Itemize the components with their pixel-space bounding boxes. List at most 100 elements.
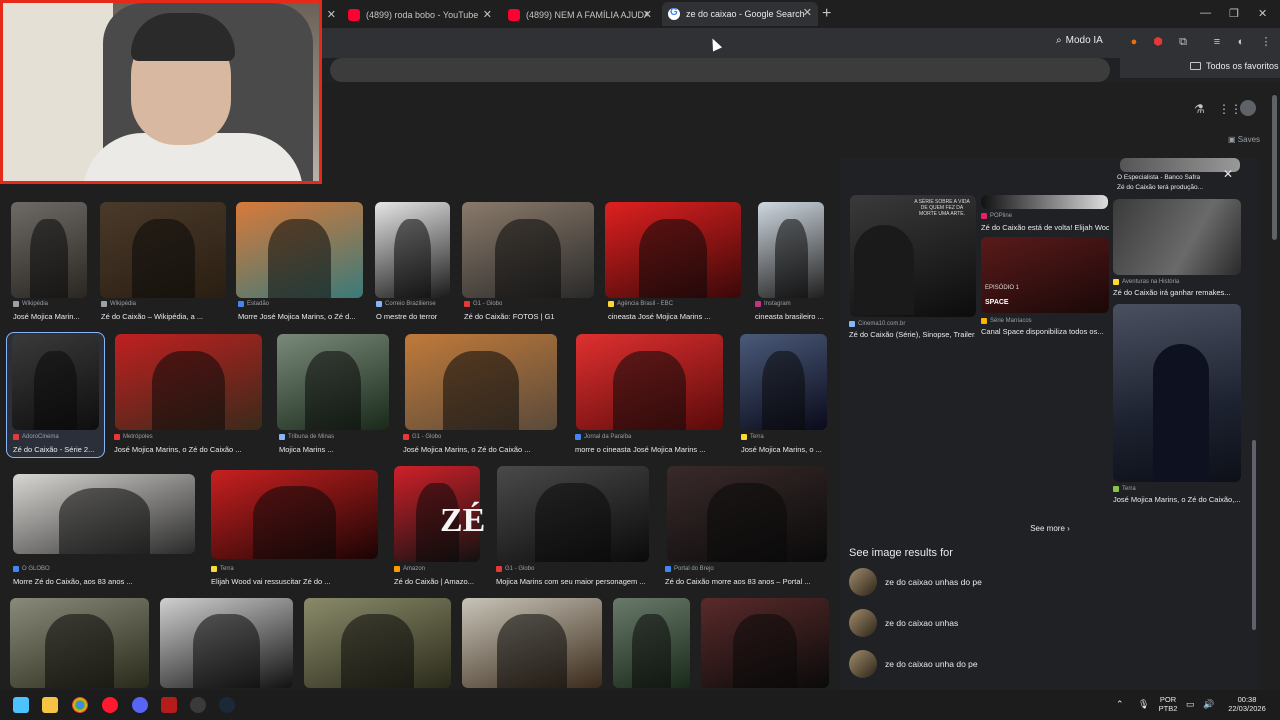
result-image[interactable] xyxy=(10,598,149,688)
result-image[interactable] xyxy=(236,202,363,298)
result-title[interactable]: Morre José Mojica Marins, o Zé d... xyxy=(238,312,356,321)
close-icon[interactable]: ✕ xyxy=(327,8,336,21)
related-search-item[interactable]: ze do caixao unha do pe xyxy=(849,649,1239,679)
result-image[interactable] xyxy=(497,466,649,562)
close-icon[interactable]: ✕ xyxy=(643,8,652,21)
avatar[interactable] xyxy=(1240,100,1256,116)
result-title[interactable]: Zé do Caixão está de volta! Elijah Wood.… xyxy=(981,223,1109,232)
modo-ia-button[interactable]: ⌕ Modo IA xyxy=(1056,35,1103,46)
site-favicon-icon xyxy=(741,434,747,440)
page-scrollbar[interactable] xyxy=(1272,95,1277,240)
address-bar[interactable] xyxy=(330,58,1110,82)
result-image[interactable] xyxy=(211,470,378,559)
close-panel-button[interactable]: ✕ xyxy=(1223,167,1233,181)
close-window-icon[interactable]: ✕ xyxy=(1258,7,1267,20)
tab-youtube-1[interactable]: (4899) roda bobo - YouTube ✕ xyxy=(342,4,498,26)
side-image[interactable] xyxy=(1113,199,1241,275)
side-image[interactable] xyxy=(981,195,1108,209)
chrome-icon[interactable] xyxy=(72,697,88,713)
result-title[interactable]: José Mojica Marins, o Zé do Caixão ... xyxy=(114,445,242,454)
tab-close-partial[interactable]: ✕ xyxy=(326,4,336,26)
side-image[interactable]: A SÉRIE SOBRE A VIDA DE QUEM FEZ DA MORT… xyxy=(850,195,976,317)
result-title[interactable]: cineasta José Mojica Marins ... xyxy=(608,312,711,321)
all-bookmarks-button[interactable]: Todos os favoritos xyxy=(1190,61,1279,71)
result-title[interactable]: José Mojica Marin... xyxy=(13,312,80,321)
network-icon[interactable]: ▭ xyxy=(1186,699,1195,710)
result-title[interactable]: cineasta brasileiro ... xyxy=(755,312,824,321)
result-image[interactable] xyxy=(667,466,827,562)
result-title[interactable]: Zé do Caixão irá ganhar remakes... xyxy=(1113,288,1241,297)
result-title[interactable]: Zé do Caixão (Série), Sinopse, Trailers … xyxy=(849,330,975,339)
extension-fox-icon[interactable]: ● xyxy=(1127,35,1141,49)
see-more-button[interactable]: See more › xyxy=(1010,521,1090,537)
related-search-item[interactable]: ze do caixao unhas xyxy=(849,608,1239,638)
result-title[interactable]: Morre Zé do Caixão, aos 83 anos ... xyxy=(13,577,133,586)
tab-youtube-2[interactable]: (4899) NEM A FAMÍLIA AJUDA! ✕ xyxy=(502,4,658,26)
restore-icon[interactable]: ❐ xyxy=(1229,7,1239,20)
app-icon[interactable] xyxy=(161,697,177,713)
result-image[interactable] xyxy=(740,334,827,430)
saves-link[interactable]: ▣ Saves xyxy=(1228,135,1260,144)
result-image[interactable] xyxy=(462,202,594,298)
panel-scrollbar[interactable] xyxy=(1252,440,1256,630)
result-image[interactable] xyxy=(115,334,262,430)
steam-icon[interactable] xyxy=(219,697,235,713)
side-image[interactable] xyxy=(1113,304,1241,482)
result-title[interactable]: Zé do Caixão: FOTOS | G1 xyxy=(464,312,555,321)
tab-search-icon[interactable]: ≡ xyxy=(1210,35,1224,49)
result-image[interactable] xyxy=(462,598,602,688)
result-title[interactable]: morre o cineasta José Mojica Marins ... xyxy=(575,445,705,454)
volume-icon[interactable]: 🔊 xyxy=(1203,699,1214,710)
result-image[interactable] xyxy=(100,202,226,298)
minimize-icon[interactable]: — xyxy=(1200,7,1211,19)
result-image[interactable] xyxy=(13,474,195,554)
profile-icon[interactable]: ◐ xyxy=(1234,35,1248,49)
result-title[interactable]: José Mojica Marins, o Zé do Caixão,... xyxy=(1113,495,1241,504)
side-image[interactable]: EPISÓDIO 1 SPACE xyxy=(981,237,1109,313)
input-language[interactable]: POR PTB2 xyxy=(1158,695,1178,713)
labs-flask-icon[interactable]: ⚗ xyxy=(1194,102,1205,116)
tab-google-search[interactable]: ze do caixao - Google Search ✕ xyxy=(662,2,818,26)
result-title[interactable]: Zé do Caixão | Amazo... xyxy=(394,577,474,586)
chevron-up-icon[interactable]: ⌃ xyxy=(1116,699,1124,710)
clock[interactable]: 00:38 22/03/2026 xyxy=(1224,695,1270,713)
new-tab-button[interactable]: + xyxy=(822,5,831,23)
result-image[interactable] xyxy=(11,202,87,298)
result-image[interactable] xyxy=(701,598,829,688)
result-image[interactable] xyxy=(277,334,389,430)
close-icon[interactable]: ✕ xyxy=(483,8,492,21)
opera-icon[interactable] xyxy=(102,697,118,713)
adblock-icon[interactable]: ⬢ xyxy=(1151,35,1165,49)
result-image[interactable] xyxy=(576,334,723,430)
result-title[interactable]: José Mojica Marins, o Zé do Caixão ... xyxy=(403,445,531,454)
related-search-item[interactable]: ze do caixao unhas do pe xyxy=(849,567,1239,597)
result-title[interactable]: Elijah Wood vai ressuscitar Zé do ... xyxy=(211,577,331,586)
result-image[interactable] xyxy=(758,202,824,298)
result-image[interactable] xyxy=(304,598,451,688)
discord-icon[interactable] xyxy=(132,697,148,713)
result-image[interactable] xyxy=(405,334,557,430)
result-image[interactable] xyxy=(605,202,741,298)
windows-start-icon[interactable] xyxy=(13,697,29,713)
file-explorer-icon[interactable] xyxy=(42,697,58,713)
result-title[interactable]: Canal Space disponibiliza todos os... xyxy=(981,327,1109,336)
obs-icon[interactable] xyxy=(190,697,206,713)
result-image[interactable] xyxy=(160,598,293,688)
side-image[interactable] xyxy=(1120,158,1240,172)
mic-icon[interactable]: 🎙 xyxy=(1138,699,1149,710)
side-card-title[interactable]: Zé do Caixão terá produção... xyxy=(1117,184,1203,191)
result-title[interactable]: Mojica Marins ... xyxy=(279,445,334,454)
close-icon[interactable]: ✕ xyxy=(803,6,812,19)
result-title[interactable]: Zé do Caixão – Wikipédia, a ... xyxy=(101,312,203,321)
result-image[interactable] xyxy=(613,598,690,688)
result-title[interactable]: Zé do Caixão - Série 2... xyxy=(13,445,94,454)
apps-grid-icon[interactable]: ⋮⋮ xyxy=(1218,102,1242,116)
menu-icon[interactable]: ⋮ xyxy=(1259,35,1273,49)
result-title[interactable]: Zé do Caixão morre aos 83 anos – Portal … xyxy=(665,577,811,586)
result-title[interactable]: José Mojica Marins, o ... xyxy=(741,445,822,454)
result-title[interactable]: Mojica Marins com seu maior personagem .… xyxy=(496,577,646,586)
extensions-icon[interactable]: ⧉ xyxy=(1176,35,1190,49)
result-title[interactable]: O mestre do terror xyxy=(376,312,437,321)
result-image[interactable] xyxy=(12,334,99,430)
result-image[interactable] xyxy=(375,202,450,298)
